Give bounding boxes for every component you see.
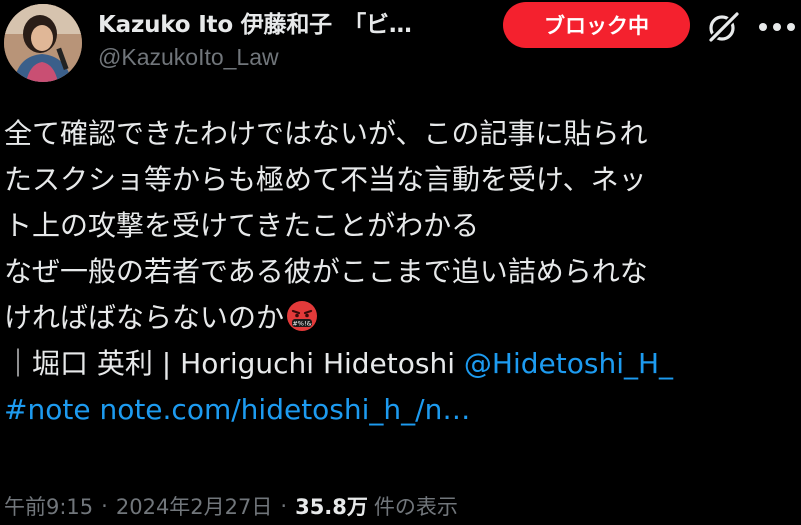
svg-text:#%!&: #%!& (292, 320, 311, 328)
more-dot (759, 23, 767, 31)
avatar[interactable] (4, 4, 82, 82)
views-count[interactable]: 35.8万 (295, 491, 368, 521)
tweet-line: 全て確認できたわけではないが、この記事に貼られ (4, 117, 648, 150)
display-name[interactable]: Kazuko Ito 伊藤和子 「ビ… (98, 5, 412, 39)
more-icon[interactable] (757, 10, 797, 44)
mention-link[interactable]: @Hidetoshi_H_ (464, 347, 673, 380)
user-handle[interactable]: @KazukoIto_Law (98, 44, 279, 71)
tweet-detail: Kazuko Ito 伊藤和子 「ビ… @KazukoIto_Law ブロック中… (0, 0, 801, 525)
more-dot (787, 23, 795, 31)
tweet-line: なぜ一般の若者である彼がここまで追い詰められな (4, 255, 648, 288)
tweet-date[interactable]: 2024年2月27日 (116, 491, 273, 521)
tweet-time[interactable]: 午前9:15 (4, 491, 93, 521)
separator-dot: · (280, 494, 288, 518)
quoted-source-text: ｜堀口 英利 | Horiguchi Hidetoshi (4, 347, 464, 380)
blocked-button[interactable]: ブロック中 (503, 2, 690, 48)
avatar-image (4, 4, 82, 82)
tweet-line-with-emoji: ければばならないのか #%!& (4, 295, 799, 341)
face-with-symbols-on-mouth-icon: #%!& (286, 300, 318, 332)
tweet-meta: 午前9:15 · 2024年2月27日 · 35.8万 件の表示 (4, 491, 458, 521)
quoted-source-line: ｜堀口 英利 | Horiguchi Hidetoshi @Hidetoshi_… (4, 341, 799, 387)
url-link[interactable]: note.com/hidetoshi_h_/n… (99, 393, 470, 426)
views-label: 件の表示 (373, 495, 458, 519)
more-dot (773, 23, 781, 31)
grok-icon[interactable] (705, 9, 741, 45)
hashtag-link[interactable]: #note (4, 393, 91, 426)
tweet-text: 全て確認できたわけではないが、この記事に貼られ たスクショ等からも極めて不当な言… (4, 111, 799, 433)
tweet-line: たスクショ等からも極めて不当な言動を受け、ネッ (4, 163, 647, 196)
separator-dot: · (101, 494, 108, 518)
display-name-row[interactable]: Kazuko Ito 伊藤和子 「ビ… (98, 4, 412, 40)
tweet-line: ト上の攻撃を受けてきたことがわかる (4, 209, 480, 242)
tweet-line-text: ければばならないのか (4, 301, 285, 334)
link-line: #note note.com/hidetoshi_h_/n… (4, 387, 799, 433)
